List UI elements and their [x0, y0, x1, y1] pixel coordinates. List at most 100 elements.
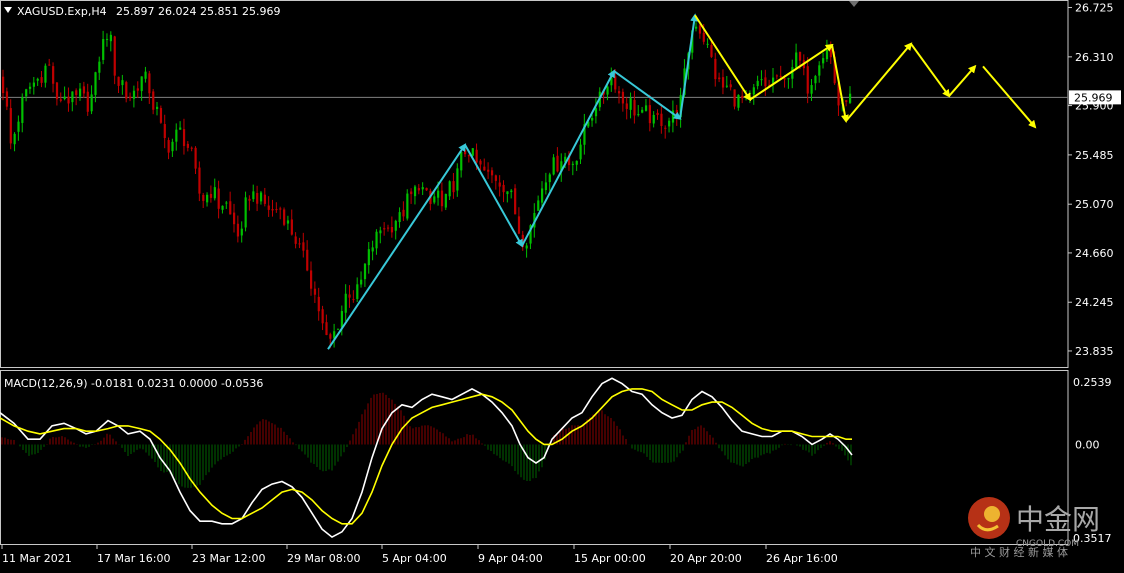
- candle-body: [825, 49, 829, 60]
- price-tick-label: 23.835: [1075, 345, 1114, 358]
- candle-body: [383, 228, 386, 230]
- chart-background: [0, 0, 1124, 569]
- candle-body: [179, 127, 182, 130]
- candle-body: [252, 191, 255, 200]
- candle-body: [475, 149, 478, 163]
- candle-body: [548, 174, 551, 183]
- candle-body: [818, 65, 821, 76]
- time-tick-label: 15 Apr 00:00: [574, 552, 646, 565]
- candle-body: [625, 103, 628, 109]
- candle-body: [517, 216, 521, 234]
- candle-body: [244, 197, 247, 228]
- candle-body: [641, 109, 644, 113]
- trading-chart[interactable]: XAGUSD.Exp,H4 25.897 26.024 25.851 25.969…: [0, 0, 1124, 569]
- candle-body: [40, 77, 43, 83]
- candle-body: [502, 184, 505, 193]
- candle-body: [421, 187, 424, 190]
- candle-body: [706, 43, 709, 45]
- candle-body: [490, 170, 494, 176]
- candle-body: [198, 167, 201, 194]
- candle-body: [506, 191, 509, 195]
- candle-body: [467, 155, 471, 157]
- candle-body: [317, 296, 320, 312]
- candle-body: [652, 114, 655, 124]
- candle-body: [32, 82, 35, 87]
- candle-body: [44, 65, 47, 83]
- candle-body: [433, 196, 436, 203]
- candle-body: [579, 144, 582, 160]
- candle-body: [202, 194, 205, 201]
- candle-body: [764, 77, 767, 87]
- candle-body: [795, 52, 798, 68]
- candle-body: [152, 91, 155, 110]
- candle-body: [229, 201, 232, 215]
- candle-body: [556, 155, 559, 172]
- candle-body: [275, 209, 278, 211]
- candle-body: [90, 94, 93, 112]
- candle-body: [259, 192, 263, 202]
- candle-body: [79, 88, 82, 97]
- candle-body: [102, 38, 105, 60]
- time-tick-label: 9 Apr 04:00: [478, 552, 543, 565]
- candle-body: [167, 140, 170, 153]
- candle-body: [514, 188, 517, 215]
- candle-body: [444, 193, 447, 208]
- candle-body: [829, 48, 832, 58]
- candle-body: [175, 129, 178, 142]
- candle-body: [618, 91, 621, 94]
- candle-body: [336, 328, 340, 330]
- candle-body: [575, 160, 578, 165]
- candle-body: [132, 90, 136, 99]
- cngold-logo-icon: [968, 497, 1010, 539]
- candle-body: [194, 147, 197, 169]
- candle-body: [271, 209, 274, 211]
- candle-body: [695, 26, 698, 29]
- candle-body: [460, 152, 463, 171]
- candle: [406, 189, 409, 221]
- candle-body: [849, 93, 852, 103]
- candle-body: [772, 77, 775, 84]
- watermark-brand: 中金网: [1016, 503, 1100, 536]
- candle-body: [310, 270, 313, 289]
- candle-body: [456, 168, 459, 191]
- candle-body: [483, 166, 486, 171]
- candle-body: [487, 169, 490, 172]
- candle-body: [213, 187, 216, 199]
- candle-body: [136, 88, 139, 91]
- candle-body: [637, 114, 640, 116]
- candle-body: [306, 249, 309, 271]
- macd-tick-label: 0.00: [1075, 438, 1100, 451]
- candle-body: [648, 105, 651, 124]
- candle-body: [140, 76, 143, 92]
- candle-body: [98, 61, 101, 73]
- candle-body: [702, 32, 705, 42]
- candle-body: [82, 86, 86, 94]
- macd-label: MACD(12,26,9) -0.0181 0.0231 0.0000 -0.0…: [4, 377, 263, 390]
- candle-body: [810, 85, 813, 94]
- candle-body: [718, 77, 721, 80]
- candle: [159, 105, 163, 124]
- candle-body: [117, 76, 120, 86]
- candle-body: [398, 212, 401, 223]
- candle-body: [13, 133, 16, 145]
- candle-body: [298, 243, 301, 245]
- candle-body: [156, 106, 159, 110]
- candle-body: [367, 249, 370, 266]
- candle-body: [471, 148, 474, 156]
- candle-body: [9, 108, 12, 144]
- candle-body: [394, 220, 397, 231]
- candle-body: [525, 245, 528, 249]
- candle: [444, 193, 447, 211]
- candle-body: [737, 94, 740, 108]
- candle-body: [760, 79, 763, 81]
- candle-body: [371, 247, 374, 252]
- candle-body: [510, 190, 513, 193]
- candle-body: [814, 76, 817, 84]
- candle-body: [36, 78, 39, 81]
- candle-body: [698, 25, 702, 34]
- candle-body: [741, 95, 744, 99]
- candle-body: [387, 227, 390, 229]
- candle-body: [236, 223, 240, 237]
- logo-inner: [984, 506, 1000, 522]
- candle-body: [425, 187, 428, 191]
